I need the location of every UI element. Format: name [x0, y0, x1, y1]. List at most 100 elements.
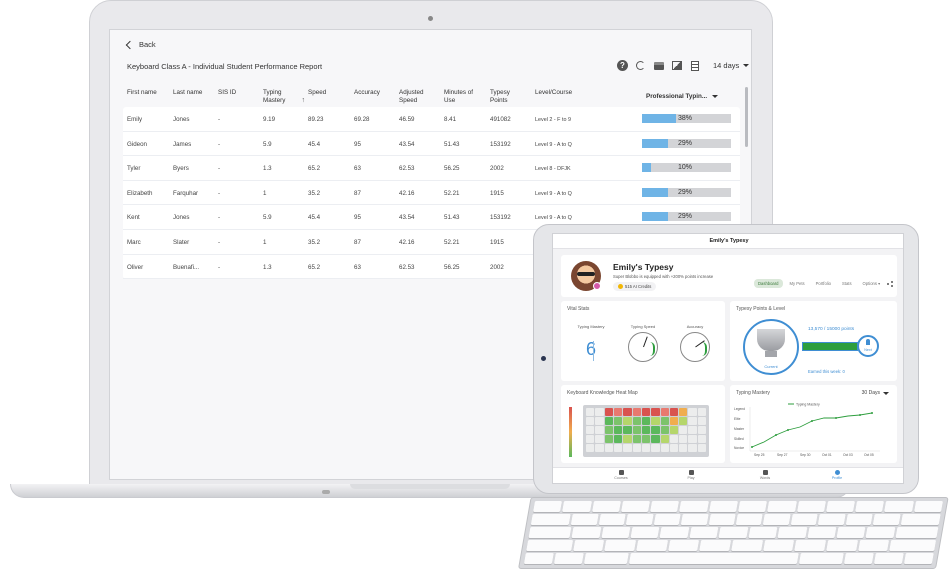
mastery-point	[871, 412, 873, 414]
date-range-select[interactable]: 14 days	[713, 61, 750, 70]
cell-speed: 35.2	[308, 189, 321, 197]
cell-last: Slater	[173, 238, 190, 246]
heatmap-row	[586, 444, 707, 452]
cell-adjusted: 62.53	[399, 165, 415, 173]
heatmap-key	[679, 444, 688, 452]
points-progress-bar	[802, 342, 858, 351]
tab-options-label: Options	[862, 281, 877, 286]
key	[873, 514, 901, 525]
credits-badge: 515 AI Credits	[613, 282, 657, 291]
col-sis-id[interactable]: SIS ID	[218, 89, 236, 97]
heatmap-key	[595, 444, 604, 452]
scrollbar[interactable]	[745, 87, 748, 147]
table-row[interactable]: Emily Jones - 9.19 89.23 69.28 46.59 8.41 491082…	[123, 107, 740, 132]
heatmap-key	[613, 417, 623, 425]
col-typesy-points[interactable]: Typesy Points	[490, 89, 520, 105]
tab-stats[interactable]: Stats	[838, 279, 856, 288]
cell-adjusted: 42.16	[399, 238, 415, 246]
table-row[interactable]: Gideon James - 5.9 45.4 95 43.54 51.43 153192 Lev…	[123, 132, 740, 157]
cell-points: 2002	[490, 165, 504, 173]
y-level-elite: Elite	[734, 417, 741, 421]
tab-options[interactable]: Options ▾	[859, 279, 885, 288]
cell-first: Elizabeth	[127, 189, 153, 197]
key	[523, 553, 554, 564]
coin-icon	[618, 284, 623, 289]
credits-value: 515 AI Credits	[625, 284, 652, 289]
col-adjusted-speed[interactable]: Adjusted Speed	[399, 89, 435, 105]
key	[884, 501, 914, 512]
col-first-name[interactable]: First name	[127, 89, 157, 97]
cell-mastery: 1	[263, 189, 267, 197]
heatmap-key	[697, 444, 707, 452]
profile-icon	[834, 470, 840, 475]
tab-portfolio[interactable]: Portfolio	[812, 279, 835, 288]
heatmap-key	[669, 417, 679, 425]
heatmap-row	[586, 426, 707, 434]
back-button[interactable]: Back	[125, 40, 156, 49]
key	[762, 540, 795, 551]
heatmap-key	[632, 435, 641, 443]
heatmap-key	[641, 435, 651, 443]
speed-label: Typing Speed	[630, 324, 656, 329]
col-speed[interactable]: Speed	[308, 89, 326, 97]
key	[857, 540, 890, 551]
print-button[interactable]	[653, 60, 664, 71]
col-last-name[interactable]: Last name	[173, 89, 202, 97]
table-row[interactable]: Tyler Byers - 1.3 65.2 63 62.53 56.25 2002 Level …	[123, 156, 740, 181]
heatmap-key	[688, 408, 697, 416]
col-minutes-of-use[interactable]: Minutes of Use	[444, 89, 480, 105]
refresh-button[interactable]	[635, 60, 646, 71]
share-icon[interactable]	[887, 281, 893, 287]
cell-sis: -	[218, 189, 221, 197]
key	[818, 514, 846, 525]
next-level-icon	[866, 339, 870, 345]
key	[591, 501, 621, 512]
table-row[interactable]: Elizabeth Farquhar - 1 35.2 87 42.16 52.21 1915 L…	[123, 181, 740, 206]
accuracy-label: Accuracy	[686, 324, 704, 329]
cell-level: Level 9 - A to Q	[535, 141, 572, 148]
col-typing-mastery[interactable]: Typing Mastery ↑	[263, 89, 305, 105]
cell-points: 153192	[490, 214, 511, 222]
heatmap-key	[632, 417, 641, 425]
heatmap-key	[623, 435, 632, 443]
course-filter-select[interactable]: Professional Typin...	[646, 93, 719, 100]
export-image-button[interactable]	[671, 60, 682, 71]
tab-my-pets[interactable]: My Pets	[786, 279, 809, 288]
tablet-camera-icon	[541, 356, 546, 361]
nav-profile[interactable]: Profile	[817, 470, 857, 480]
key	[873, 553, 904, 564]
heatmap-key	[660, 417, 669, 425]
page-title: Keyboard Class A - Individual Student Pe…	[127, 62, 323, 71]
cell-level: Level 8 - DFJK	[535, 166, 571, 173]
help-button[interactable]: ?	[617, 60, 628, 71]
heatmap-key	[595, 435, 604, 443]
key	[620, 501, 651, 512]
mastery-level-bar	[593, 341, 594, 361]
key	[667, 540, 700, 551]
nav-play[interactable]: Play	[671, 470, 711, 480]
key	[767, 501, 797, 512]
camera-icon	[428, 16, 433, 21]
x-tick: Sep 25	[754, 453, 765, 457]
nav-courses[interactable]: Courses	[601, 470, 641, 480]
export-document-button[interactable]	[689, 60, 700, 71]
heatmap-key	[632, 426, 641, 434]
key	[845, 514, 874, 525]
vital-stats-card: Vital Stats Typing Mastery Typing Speed …	[561, 301, 725, 381]
cell-sis: -	[218, 263, 221, 271]
col-level-course[interactable]: Level/Course	[535, 89, 572, 97]
accuracy-gauge	[680, 332, 710, 362]
col-accuracy[interactable]: Accuracy	[354, 89, 380, 97]
caret-down-icon	[712, 95, 719, 98]
keyboard-row	[523, 553, 934, 564]
cell-last: Buenafi...	[173, 263, 200, 271]
tab-dashboard[interactable]: Dashboard	[754, 279, 783, 288]
heatmap-key	[651, 435, 660, 443]
mastery-point	[787, 429, 789, 431]
nav-words[interactable]: Words	[745, 470, 785, 480]
key	[843, 553, 874, 564]
heatmap-key	[679, 417, 688, 425]
cell-minutes: 56.25	[444, 263, 460, 271]
progress-bar: 29%	[642, 212, 731, 222]
key	[889, 540, 937, 551]
